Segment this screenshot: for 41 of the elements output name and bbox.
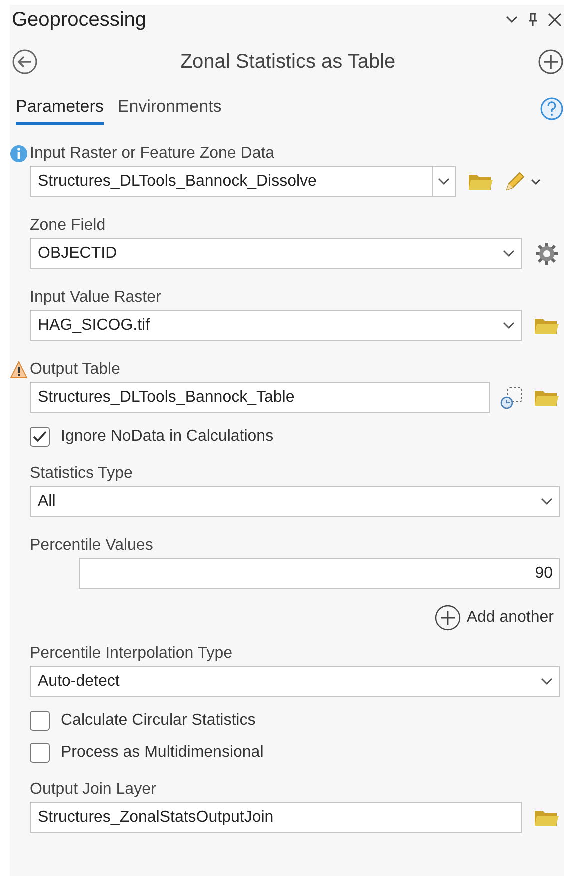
chevron-down-icon xyxy=(503,322,515,330)
checkbox-label: Process as Multidimensional xyxy=(61,743,264,763)
checkbox[interactable] xyxy=(30,427,50,447)
dropdown[interactable]: OBJECTID xyxy=(30,238,522,269)
add-icon[interactable] xyxy=(538,49,564,75)
chevron-down-icon[interactable] xyxy=(506,16,518,24)
chevron-down-icon xyxy=(438,178,450,186)
dropdown[interactable]: Auto-detect xyxy=(30,666,560,697)
help-icon[interactable] xyxy=(540,97,564,121)
input-field[interactable]: 90 xyxy=(79,558,560,589)
checkbox-label: Calculate Circular Statistics xyxy=(61,711,256,731)
tab[interactable]: Environments xyxy=(118,94,222,125)
close-icon[interactable] xyxy=(548,13,562,27)
dataset-icon[interactable] xyxy=(500,386,524,410)
pin-icon[interactable] xyxy=(528,13,538,27)
input-field[interactable]: Structures_DLTools_Bannock_Table xyxy=(30,382,490,413)
dropdown[interactable]: All xyxy=(30,486,560,517)
add-another-button[interactable]: Add another xyxy=(434,605,560,631)
parameter-label: Statistics Type xyxy=(30,464,133,484)
back-icon[interactable] xyxy=(12,49,38,75)
combo-box[interactable]: Structures_DLTools_Bannock_Dissolve xyxy=(30,166,456,197)
chevron-down-icon xyxy=(541,498,553,506)
parameter-label: Output Join Layer xyxy=(30,780,156,800)
chevron-down-icon xyxy=(541,678,553,686)
parameter-label: Output Table xyxy=(30,360,120,380)
parameter-label: Input Raster or Feature Zone Data xyxy=(30,144,275,164)
chevron-down-icon xyxy=(503,250,515,258)
tool-title: Zonal Statistics as Table xyxy=(179,50,397,75)
parameter-label: Zone Field xyxy=(30,216,106,236)
panel-title: Geoprocessing xyxy=(12,8,148,33)
add-icon xyxy=(434,605,461,631)
parameter-label: Percentile Values xyxy=(30,536,154,556)
checkbox-label: Ignore NoData in Calculations xyxy=(61,427,274,447)
dropdown[interactable]: HAG_SICOG.tif xyxy=(30,310,522,341)
checkbox[interactable] xyxy=(30,743,50,763)
parameter-label: Input Value Raster xyxy=(30,288,162,308)
checkbox[interactable] xyxy=(30,711,50,731)
tab[interactable]: Parameters xyxy=(16,94,104,125)
parameter-label: Percentile Interpolation Type xyxy=(30,644,232,664)
input-field[interactable]: Structures_ZonalStatsOutputJoin xyxy=(30,802,522,833)
gear-icon[interactable] xyxy=(534,240,560,266)
